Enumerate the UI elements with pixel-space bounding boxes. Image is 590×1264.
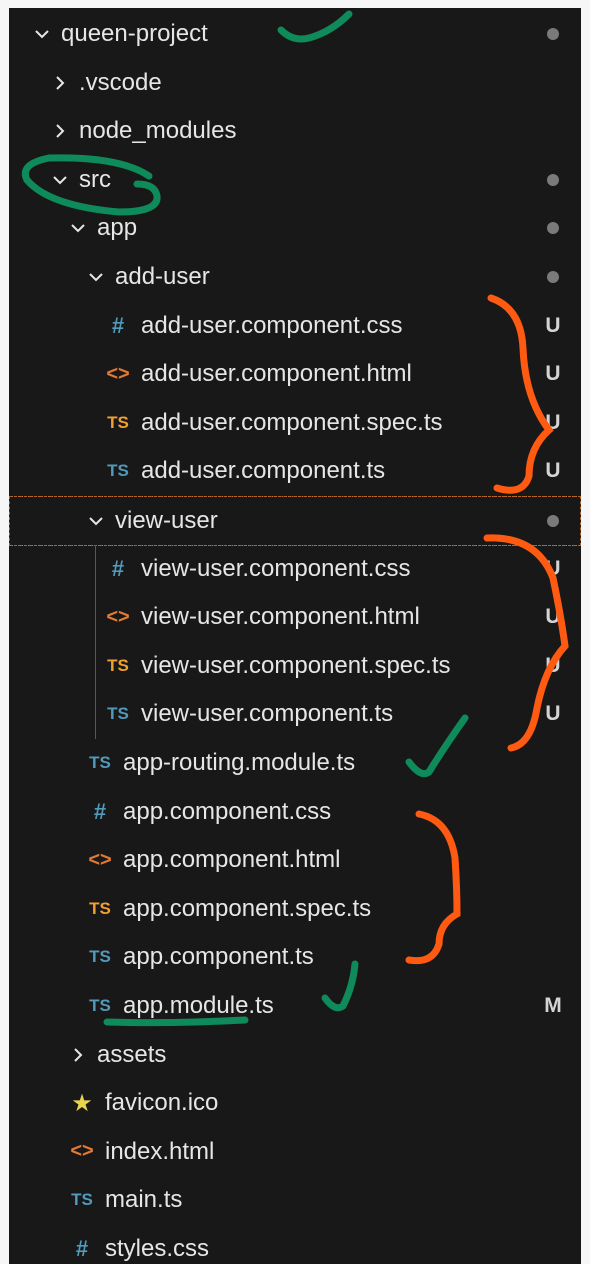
- tree-item-label: index.html: [105, 1137, 215, 1165]
- tree-item-node-modules[interactable]: node_modules: [9, 107, 581, 155]
- tree-item-app-component-html[interactable]: <> app.component.html: [9, 836, 581, 884]
- tree-item-app-routing-module-ts[interactable]: TS app-routing.module.ts: [9, 739, 581, 787]
- tree-item-app-component-spec-ts[interactable]: TS app.component.spec.ts: [9, 885, 581, 933]
- chevron-down-icon[interactable]: [85, 266, 107, 288]
- html-file-icon: <>: [106, 605, 130, 628]
- chevron-down-icon[interactable]: [67, 217, 89, 239]
- modified-dot: [547, 515, 559, 527]
- typescript-file-icon: TS: [71, 1190, 93, 1210]
- tree-item-app-module-ts[interactable]: TS app.module.ts M: [9, 982, 581, 1030]
- tree-item-label: app.module.ts: [123, 992, 274, 1019]
- tree-item-label: add-user.component.html: [141, 360, 412, 388]
- chevron-down-icon[interactable]: [85, 510, 107, 532]
- typescript-file-icon: TS: [107, 704, 129, 724]
- tree-item-src[interactable]: src: [9, 156, 581, 204]
- tree-item-styles-css[interactable]: # styles.css: [9, 1225, 581, 1264]
- html-file-icon: <>: [88, 848, 112, 871]
- tree-item-label: queen-project: [61, 20, 208, 47]
- tree-item-label: app: [97, 214, 138, 242]
- git-status-badge: U: [545, 313, 561, 337]
- tree-item-queen-project[interactable]: queen-project: [9, 10, 581, 58]
- tree-item-label: .vscode: [79, 68, 162, 96]
- tree-item-label: view-user.component.ts: [141, 700, 394, 728]
- tree-item-label: styles.css: [105, 1235, 210, 1262]
- typescript-spec-icon: TS: [107, 655, 129, 675]
- tree-item-label: app.component.html: [123, 846, 341, 874]
- css-file-icon: #: [93, 798, 107, 824]
- tree-item-label: view-user.component.html: [141, 603, 420, 631]
- git-status-badge: U: [545, 702, 561, 726]
- tree-item-vscode[interactable]: .vscode: [9, 59, 581, 107]
- tree-item-assets[interactable]: assets: [9, 1031, 581, 1079]
- favicon-star-icon: ★: [71, 1089, 93, 1117]
- tree-item-label: add-user.component.spec.ts: [141, 408, 443, 436]
- tree-item-main-ts[interactable]: TS main.ts: [9, 1176, 581, 1224]
- tree-item-add-user-component-css[interactable]: # add-user.component.css U: [9, 302, 581, 350]
- git-status-badge: U: [545, 556, 561, 580]
- tree-item-view-user[interactable]: view-user: [9, 496, 581, 546]
- chevron-right-icon[interactable]: [67, 1044, 89, 1066]
- git-status-badge: U: [545, 410, 561, 434]
- git-status-badge: U: [545, 362, 561, 386]
- css-file-icon: #: [111, 555, 125, 581]
- git-status-badge: U: [545, 459, 561, 483]
- modified-dot: [547, 28, 559, 40]
- modified-dot: [547, 222, 559, 235]
- css-file-icon: #: [75, 1236, 89, 1261]
- typescript-file-icon: TS: [107, 461, 129, 481]
- tree-item-add-user[interactable]: add-user: [9, 253, 581, 301]
- html-file-icon: <>: [106, 362, 130, 385]
- css-file-icon: #: [111, 312, 125, 338]
- tree-item-add-user-component-ts[interactable]: TS add-user.component.ts U: [9, 447, 581, 495]
- tree-item-add-user-component-html[interactable]: <> add-user.component.html U: [9, 350, 581, 398]
- tree-item-index-html[interactable]: <> index.html: [9, 1128, 581, 1176]
- git-status-badge: M: [544, 994, 562, 1017]
- tree-item-label: app.component.spec.ts: [123, 894, 372, 922]
- git-status-badge: U: [545, 653, 561, 677]
- tree-item-label: add-user: [115, 263, 210, 290]
- tree-item-app-component-css[interactable]: # app.component.css: [9, 788, 581, 836]
- typescript-file-icon: TS: [89, 996, 111, 1015]
- typescript-spec-icon: TS: [89, 898, 111, 918]
- chevron-down-icon[interactable]: [31, 23, 53, 45]
- tree-item-add-user-component-spec-ts[interactable]: TS add-user.component.spec.ts U: [9, 399, 581, 447]
- tree-item-label: app.component.css: [123, 797, 332, 825]
- typescript-file-icon: TS: [89, 947, 111, 967]
- tree-item-app[interactable]: app: [9, 204, 581, 252]
- file-explorer: queen-project .vscode node_modulessrc app ad…: [9, 8, 581, 1264]
- tree-item-label: view-user.component.css: [141, 554, 411, 582]
- tree-item-label: view-user.component.spec.ts: [141, 651, 451, 679]
- html-file-icon: <>: [70, 1140, 94, 1163]
- tree-item-label: add-user.component.css: [141, 311, 403, 339]
- tree-item-label: app-routing.module.ts: [123, 749, 356, 776]
- tree-item-label: src: [79, 165, 111, 193]
- typescript-file-icon: TS: [89, 753, 111, 772]
- tree-item-app-component-ts[interactable]: TS app.component.ts: [9, 933, 581, 981]
- tree-item-label: app.component.ts: [123, 943, 314, 971]
- typescript-spec-icon: TS: [107, 412, 129, 432]
- tree-item-label: add-user.component.ts: [141, 457, 386, 485]
- tree-item-label: main.ts: [105, 1186, 183, 1214]
- tree-item-label: assets: [97, 1040, 167, 1068]
- chevron-right-icon[interactable]: [49, 72, 71, 94]
- git-status-badge: U: [545, 605, 561, 629]
- tree-item-label: favicon.ico: [105, 1089, 219, 1117]
- indent-guide-line: [95, 544, 96, 739]
- chevron-down-icon[interactable]: [49, 169, 71, 191]
- chevron-right-icon[interactable]: [49, 120, 71, 142]
- tree-item-favicon-ico[interactable]: ★ favicon.ico: [9, 1079, 581, 1127]
- modified-dot: [547, 271, 559, 283]
- tree-item-label: view-user: [115, 507, 218, 534]
- modified-dot: [547, 173, 559, 186]
- tree-item-label: node_modules: [79, 117, 237, 145]
